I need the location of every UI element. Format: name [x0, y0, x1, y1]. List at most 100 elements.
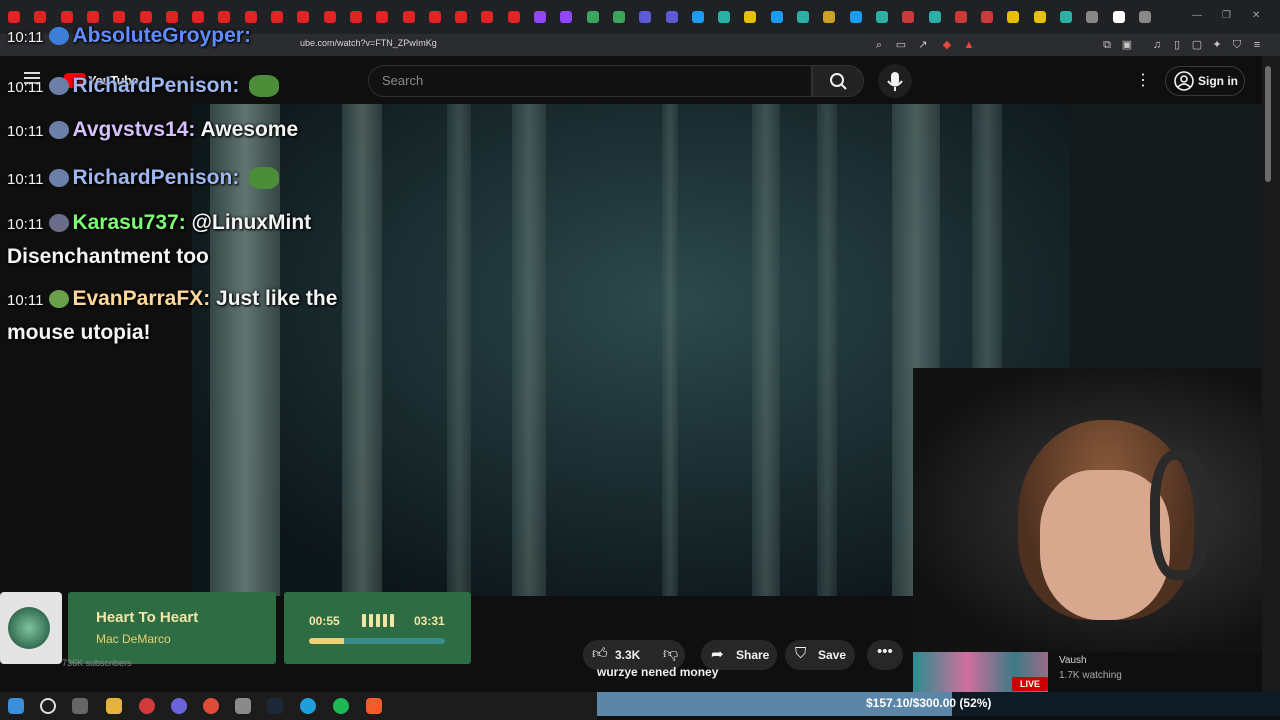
tab-favicon-icon[interactable]	[981, 11, 994, 23]
minimize-icon[interactable]: —	[1192, 10, 1202, 21]
tab-favicon-icon[interactable]	[1086, 11, 1099, 23]
tab-favicon-icon[interactable]	[665, 11, 678, 23]
tab-favicon-icon[interactable]	[455, 11, 468, 23]
user-badge-icon	[49, 121, 70, 139]
tab-favicon-icon[interactable]	[8, 11, 20, 23]
tab-favicon-icon[interactable]	[849, 11, 862, 23]
task-view-icon[interactable]	[72, 698, 88, 714]
chat-message: 10:11 RichardPenison:	[7, 74, 280, 98]
menu-icon[interactable]: ≡	[1250, 38, 1264, 52]
search-taskbar-icon[interactable]	[40, 698, 56, 714]
tab-favicon-icon[interactable]	[507, 11, 520, 23]
url-text[interactable]: ube.com/watch?v=FTN_ZPwImKg	[300, 38, 437, 48]
sidebar-icon[interactable]: ▯	[1170, 38, 1184, 52]
chrome-icon[interactable]	[203, 698, 219, 714]
like-count[interactable]: 3.3K	[615, 648, 640, 662]
zoom-icon[interactable]: ⌕	[872, 38, 886, 52]
tab-favicon-icon[interactable]	[428, 11, 441, 23]
tab-favicon-icon[interactable]	[1138, 11, 1151, 23]
donation-goal-text: $157.10/$300.00 (52%)	[866, 696, 992, 710]
live-channel-name[interactable]: Vaush	[1059, 655, 1087, 666]
subscriber-count: 736K subscribers	[62, 658, 132, 668]
dislike-icon[interactable]: 👎︎	[663, 645, 678, 663]
tab-favicon-icon[interactable]	[718, 11, 731, 23]
rewards-icon[interactable]: ▲	[962, 38, 976, 52]
app-icon[interactable]	[235, 698, 251, 714]
tab-favicon-icon[interactable]	[244, 11, 257, 23]
tab-favicon-icon[interactable]	[823, 11, 836, 23]
wallet-icon[interactable]: ▣	[1120, 38, 1134, 52]
tab-favicon-icon[interactable]	[349, 11, 362, 23]
start-icon[interactable]	[8, 698, 24, 714]
account-icon	[1174, 71, 1194, 91]
shield-icon[interactable]: ⛉	[1230, 38, 1244, 52]
tab-favicon-icon[interactable]	[612, 11, 625, 23]
maximize-icon[interactable]: ❐	[1222, 10, 1231, 21]
tab-favicon-icon[interactable]	[639, 11, 652, 23]
chat-time: 10:11	[7, 123, 44, 140]
tab-favicon-icon[interactable]	[1033, 11, 1046, 23]
tab-favicon-icon[interactable]	[770, 11, 783, 23]
mic-icon	[887, 72, 903, 91]
screen-icon[interactable]: ▭	[894, 38, 908, 52]
song-progress-bar	[309, 638, 445, 644]
tab-favicon-icon[interactable]	[875, 11, 888, 23]
close-icon[interactable]: ✕	[1252, 10, 1260, 21]
chat-message: 10:11 Avgvstvs14: Awesome	[7, 118, 299, 141]
search-button[interactable]	[812, 65, 864, 97]
tab-icon[interactable]: ▢	[1190, 38, 1204, 52]
spotify-icon[interactable]	[333, 698, 349, 714]
scrollbar-thumb[interactable]	[1265, 66, 1271, 182]
discord-icon[interactable]	[171, 698, 187, 714]
tab-favicon-icon[interactable]	[34, 11, 47, 23]
more-icon: •••	[877, 643, 893, 660]
file-explorer-icon[interactable]	[106, 698, 122, 714]
like-icon[interactable]: 👍︎	[592, 645, 608, 663]
tab-favicon-icon[interactable]	[271, 11, 283, 23]
song-progress-fill	[309, 638, 345, 644]
tab-favicon-icon[interactable]	[402, 11, 415, 23]
tab-favicon-icon[interactable]	[902, 11, 915, 23]
tab-favicon-icon[interactable]	[954, 11, 967, 23]
user-badge-icon	[49, 290, 70, 308]
search-input[interactable]	[368, 65, 812, 97]
tab-favicon-icon[interactable]	[586, 11, 599, 23]
share-page-icon[interactable]: ↗	[916, 38, 930, 52]
tab-favicon-icon[interactable]	[1007, 11, 1020, 23]
search-icon	[830, 73, 847, 90]
song-title: Heart To Heart	[96, 609, 199, 626]
tab-favicon-icon[interactable]	[1112, 11, 1125, 23]
tab-favicon-icon[interactable]	[139, 11, 152, 23]
brave-shield-icon[interactable]: ◆	[940, 38, 954, 52]
tab-favicon-icon[interactable]	[192, 11, 205, 23]
tab-favicon-icon[interactable]	[481, 11, 494, 23]
settings-kebab-icon[interactable]: ⋮	[1135, 70, 1151, 90]
tab-favicon-icon[interactable]	[376, 11, 389, 23]
tab-favicon-icon[interactable]	[323, 11, 336, 23]
tab-favicon-icon[interactable]	[1060, 11, 1072, 23]
music-icon[interactable]: ♫	[1150, 38, 1164, 52]
obs-icon[interactable]	[139, 698, 155, 714]
voice-search-button[interactable]	[878, 64, 912, 98]
now-playing-progress-card	[284, 592, 471, 664]
sidebar-placeholder	[1070, 104, 1262, 368]
puzzle-icon[interactable]: ✦	[1210, 38, 1224, 52]
tab-favicon-icon[interactable]	[86, 11, 99, 23]
tab-favicon-icon[interactable]	[60, 11, 73, 23]
tab-favicon-icon[interactable]	[534, 11, 546, 23]
tab-favicon-icon[interactable]	[797, 11, 809, 23]
chat-username: RichardPenison	[72, 74, 233, 97]
tab-favicon-icon[interactable]	[165, 11, 178, 23]
brave-icon[interactable]	[366, 698, 382, 714]
steam-icon[interactable]	[267, 698, 283, 714]
chat-message: 10:11 EvanParraFX: Just like the	[7, 287, 338, 310]
edge-icon[interactable]	[300, 698, 316, 714]
tab-favicon-icon[interactable]	[744, 11, 757, 23]
tab-favicon-icon[interactable]	[560, 11, 573, 23]
tab-favicon-icon[interactable]	[113, 11, 126, 23]
tab-favicon-icon[interactable]	[297, 11, 310, 23]
extensions-icon[interactable]: ⧉	[1100, 38, 1114, 52]
tab-favicon-icon[interactable]	[928, 11, 941, 23]
tab-favicon-icon[interactable]	[218, 11, 231, 23]
tab-favicon-icon[interactable]	[691, 11, 704, 23]
